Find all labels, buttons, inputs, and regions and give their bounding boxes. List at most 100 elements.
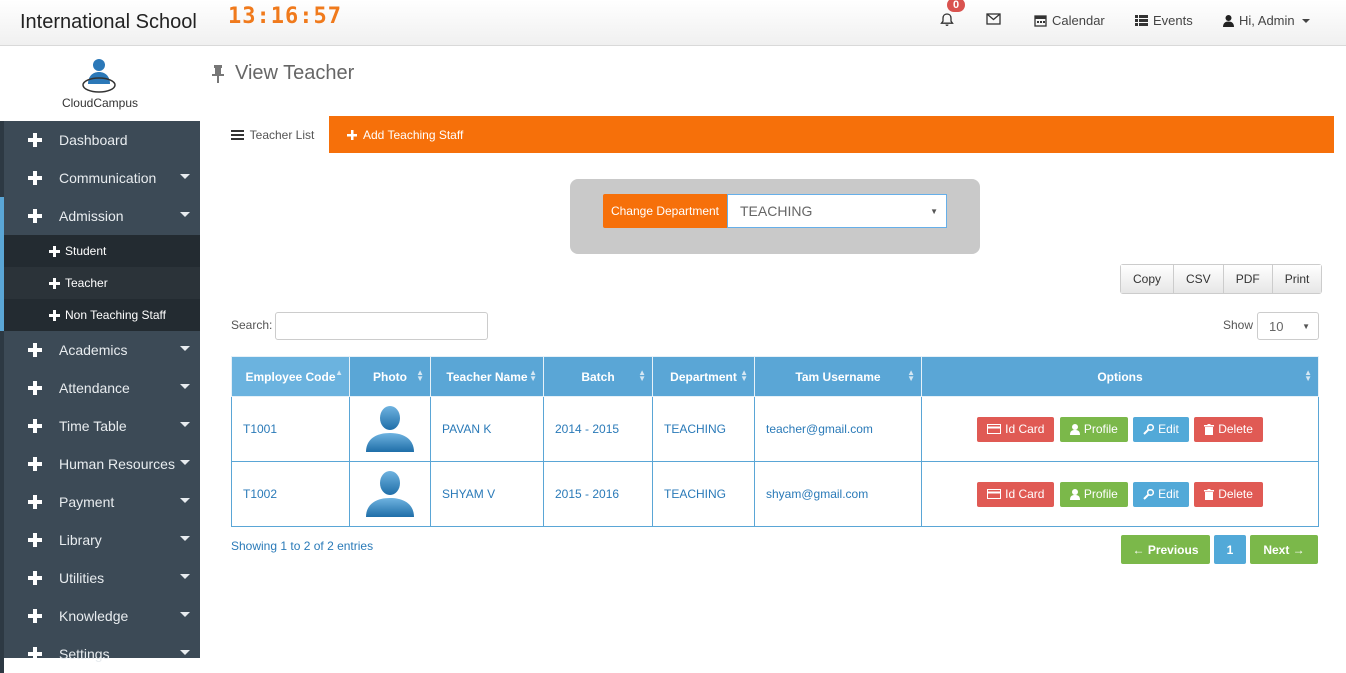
sort-icon: ▲ ▼ [529, 368, 537, 383]
export-buttons: Copy CSV PDF Print [1120, 264, 1323, 294]
sidebar-item-academics[interactable]: Academics [0, 331, 200, 369]
column-header-photo[interactable]: Photo ▲ ▼ [349, 356, 431, 397]
id-card-button[interactable]: Id Card [977, 416, 1055, 442]
column-header-label: Department [670, 369, 737, 384]
sidebar-item-label: Time Table [59, 418, 127, 434]
teacher-name-cell: SHYAM V [430, 461, 544, 527]
plus-icon [28, 609, 42, 623]
sidebar-item-label: Dashboard [59, 132, 128, 148]
calendar-link[interactable]: Calendar [1034, 13, 1105, 28]
search-input[interactable] [275, 312, 488, 340]
sidebar-item-label: Communication [59, 170, 157, 186]
sidebar-item-attendance[interactable]: Attendance [0, 369, 200, 407]
cloudcampus-logo-icon [82, 59, 116, 93]
teacher-table: Employee Code ▲ Photo ▲ ▼ Teacher Name ▲ ▼ Ba… [231, 356, 1319, 527]
department-selected-value: TEACHING [740, 203, 813, 219]
sort-icon: ▲ ▼ [638, 368, 646, 383]
sidebar-item-human-resources[interactable]: Human Resources [0, 445, 200, 483]
sidebar-subitem-non-teaching-staff[interactable]: Non Teaching Staff [0, 299, 200, 331]
batch-cell: 2014 - 2015 [543, 396, 653, 462]
plus-icon [347, 129, 357, 140]
notifications-button[interactable] [940, 13, 954, 27]
sidebar-item-label: Library [59, 532, 102, 548]
wrench-icon [1143, 423, 1155, 435]
sidebar-item-settings[interactable]: Settings [0, 635, 200, 673]
sidebar-item-label: Knowledge [59, 608, 129, 624]
sidebar-subitem-student[interactable]: Student [0, 235, 200, 267]
logo[interactable]: CloudCampus [0, 46, 200, 121]
id-card-button[interactable]: Id Card [977, 481, 1055, 507]
employee-code-cell: T1002 [231, 461, 350, 527]
sidebar-item-label: Human Resources [59, 456, 175, 472]
sidebar-subitem-label: Student [65, 244, 107, 258]
column-header-teacher-name[interactable]: Teacher Name ▲ ▼ [430, 356, 544, 397]
column-header-employee-code[interactable]: Employee Code ▲ [231, 356, 350, 397]
page-number-button[interactable]: 1 [1214, 535, 1246, 564]
column-header-options[interactable]: Options ▲ ▼ [921, 356, 1319, 397]
profile-button[interactable]: Profile [1059, 416, 1128, 442]
avatar [366, 470, 414, 517]
profile-button[interactable]: Profile [1059, 481, 1128, 507]
sidebar: Dashboard Communication Admission Studen… [0, 121, 200, 673]
clock: 13:16:57 [228, 4, 342, 29]
next-page-button[interactable]: Next → [1250, 535, 1318, 564]
column-header-department[interactable]: Department ▲ ▼ [652, 356, 755, 397]
column-header-tam-username[interactable]: Tam Username ▲ ▼ [754, 356, 922, 397]
previous-page-button[interactable]: ← Previous [1121, 535, 1210, 564]
print-button[interactable]: Print [1272, 265, 1322, 293]
plus-icon [28, 457, 42, 471]
tab-teacher-list[interactable]: Teacher List [216, 116, 329, 153]
user-icon [1069, 488, 1080, 500]
button-label: Delete [1218, 422, 1253, 436]
button-label: Profile [1083, 422, 1118, 436]
department-cell: TEACHING [652, 396, 755, 462]
user-menu[interactable]: Hi, Admin [1223, 13, 1310, 28]
sidebar-subitem-teacher[interactable]: Teacher [0, 267, 200, 299]
credit-card-icon [987, 489, 1002, 499]
tab-label: Add Teaching Staff [363, 127, 464, 142]
edit-button[interactable]: Edit [1133, 416, 1189, 442]
delete-button[interactable]: Delete [1194, 481, 1263, 507]
button-label: Edit [1158, 422, 1179, 436]
user-icon [1069, 423, 1080, 435]
caret-down-icon [180, 346, 190, 351]
credit-card-icon [987, 424, 1002, 434]
sidebar-item-communication[interactable]: Communication [0, 159, 200, 197]
sort-icon: ▲ ▼ [416, 368, 424, 383]
bell-icon [940, 13, 954, 26]
csv-button[interactable]: CSV [1174, 265, 1224, 293]
caret-down-icon [180, 422, 190, 427]
calendar-label: Calendar [1052, 13, 1105, 28]
caret-down-icon [180, 498, 190, 503]
events-label: Events [1153, 13, 1193, 28]
messages-button[interactable] [986, 13, 1001, 25]
list-icon [1135, 15, 1148, 26]
sidebar-item-payment[interactable]: Payment [0, 483, 200, 521]
events-link[interactable]: Events [1135, 13, 1193, 28]
sidebar-item-dashboard[interactable]: Dashboard [0, 121, 200, 159]
column-header-label: Options [1097, 369, 1143, 384]
edit-button[interactable]: Edit [1133, 481, 1189, 507]
plus-icon [28, 343, 42, 357]
copy-button[interactable]: Copy [1121, 265, 1175, 293]
tab-label: Teacher List [249, 127, 315, 142]
sidebar-item-knowledge[interactable]: Knowledge [0, 597, 200, 635]
delete-button[interactable]: Delete [1194, 416, 1263, 442]
sidebar-item-admission[interactable]: Admission [0, 197, 200, 235]
sidebar-item-label: Payment [59, 494, 115, 510]
pdf-button[interactable]: PDF [1223, 265, 1273, 293]
sort-icon: ▲ ▼ [740, 368, 748, 383]
sidebar-item-library[interactable]: Library [0, 521, 200, 559]
column-header-batch[interactable]: Batch ▲ ▼ [543, 356, 653, 397]
department-select[interactable]: TEACHING ▼ [727, 194, 947, 228]
sidebar-item-utilities[interactable]: Utilities [0, 559, 200, 597]
column-header-label: Photo [373, 369, 407, 384]
plus-icon [49, 277, 60, 289]
sidebar-item-time-table[interactable]: Time Table [0, 407, 200, 445]
department-panel: Change Department TEACHING ▼ [570, 179, 980, 254]
username-cell: shyam@gmail.com [754, 461, 922, 527]
page-size-select[interactable]: 10 ▼ [1257, 312, 1319, 340]
sidebar-subitem-label: Non Teaching Staff [65, 308, 166, 322]
tab-add-teaching-staff[interactable]: Add Teaching Staff [329, 116, 1334, 153]
caret-down-icon [180, 650, 190, 655]
